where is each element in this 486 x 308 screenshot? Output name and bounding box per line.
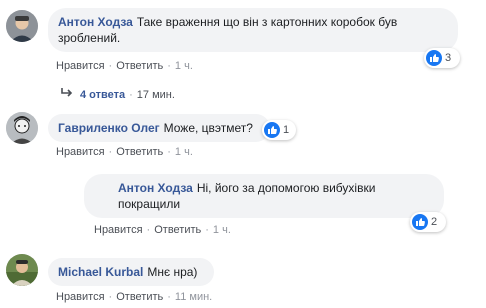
comment-text: Мнє нра) [147, 265, 198, 279]
like-link[interactable]: Нравится [94, 224, 143, 236]
reply-link[interactable]: Ответить [116, 146, 163, 158]
comment-author[interactable]: Michael Kurbal [58, 265, 143, 279]
avatar[interactable] [6, 112, 38, 144]
comment-author[interactable]: Антон Ходза [118, 181, 193, 195]
comment-bubble: Michael Kurbal Мнє нра) [48, 258, 214, 286]
reaction-number: 2 [431, 216, 438, 228]
comment-actions: Нравится · Ответить · 11 мин. [56, 291, 213, 303]
avatar[interactable] [6, 254, 38, 286]
reaction-count[interactable]: 1 [262, 120, 296, 140]
like-link[interactable]: Нравится [56, 146, 105, 158]
like-link[interactable]: Нравится [56, 291, 105, 303]
comment-time[interactable]: 1 ч. [175, 60, 193, 72]
replies-count[interactable]: 4 ответа [80, 89, 125, 101]
comment-bubble: Гавриленко Олег Може, цвэтмет? [48, 114, 270, 142]
comment-actions: Нравится · Ответить · 1 ч. [94, 224, 231, 236]
replies-time: 17 мин. [136, 88, 175, 101]
reaction-number: 1 [283, 124, 290, 136]
view-replies[interactable]: 4 ответа · 17 мин. [60, 87, 175, 103]
reaction-number: 3 [445, 52, 452, 64]
reaction-count[interactable]: 3 [424, 48, 460, 68]
comment-actions: Нравится · Ответить · 1 ч. [56, 60, 193, 72]
comment-time[interactable]: 11 мин. [175, 291, 212, 303]
comment-bubble: Антон Ходза Таке враження що він з картон… [48, 8, 458, 52]
like-icon [412, 214, 428, 230]
like-link[interactable]: Нравится [56, 60, 105, 72]
reply-link[interactable]: Ответить [116, 60, 163, 72]
like-icon [264, 122, 280, 138]
comment-time[interactable]: 1 ч. [213, 224, 231, 236]
avatar[interactable] [6, 10, 38, 42]
like-icon [426, 50, 442, 66]
comment-text: Може, цвэтмет? [163, 121, 253, 135]
comment-author[interactable]: Антон Ходза [58, 15, 133, 29]
reaction-count[interactable]: 2 [410, 212, 446, 232]
comment-actions: Нравится · Ответить · 1 ч. [56, 146, 193, 158]
reply-link[interactable]: Ответить [116, 291, 163, 303]
reply-link[interactable]: Ответить [154, 224, 201, 236]
reply-arrow-icon [60, 87, 74, 103]
comment-time[interactable]: 1 ч. [175, 146, 193, 158]
comment-bubble: Антон Ходза Ні, його за допомогою вибухів… [84, 174, 444, 218]
comment-author[interactable]: Гавриленко Олег [58, 121, 160, 135]
